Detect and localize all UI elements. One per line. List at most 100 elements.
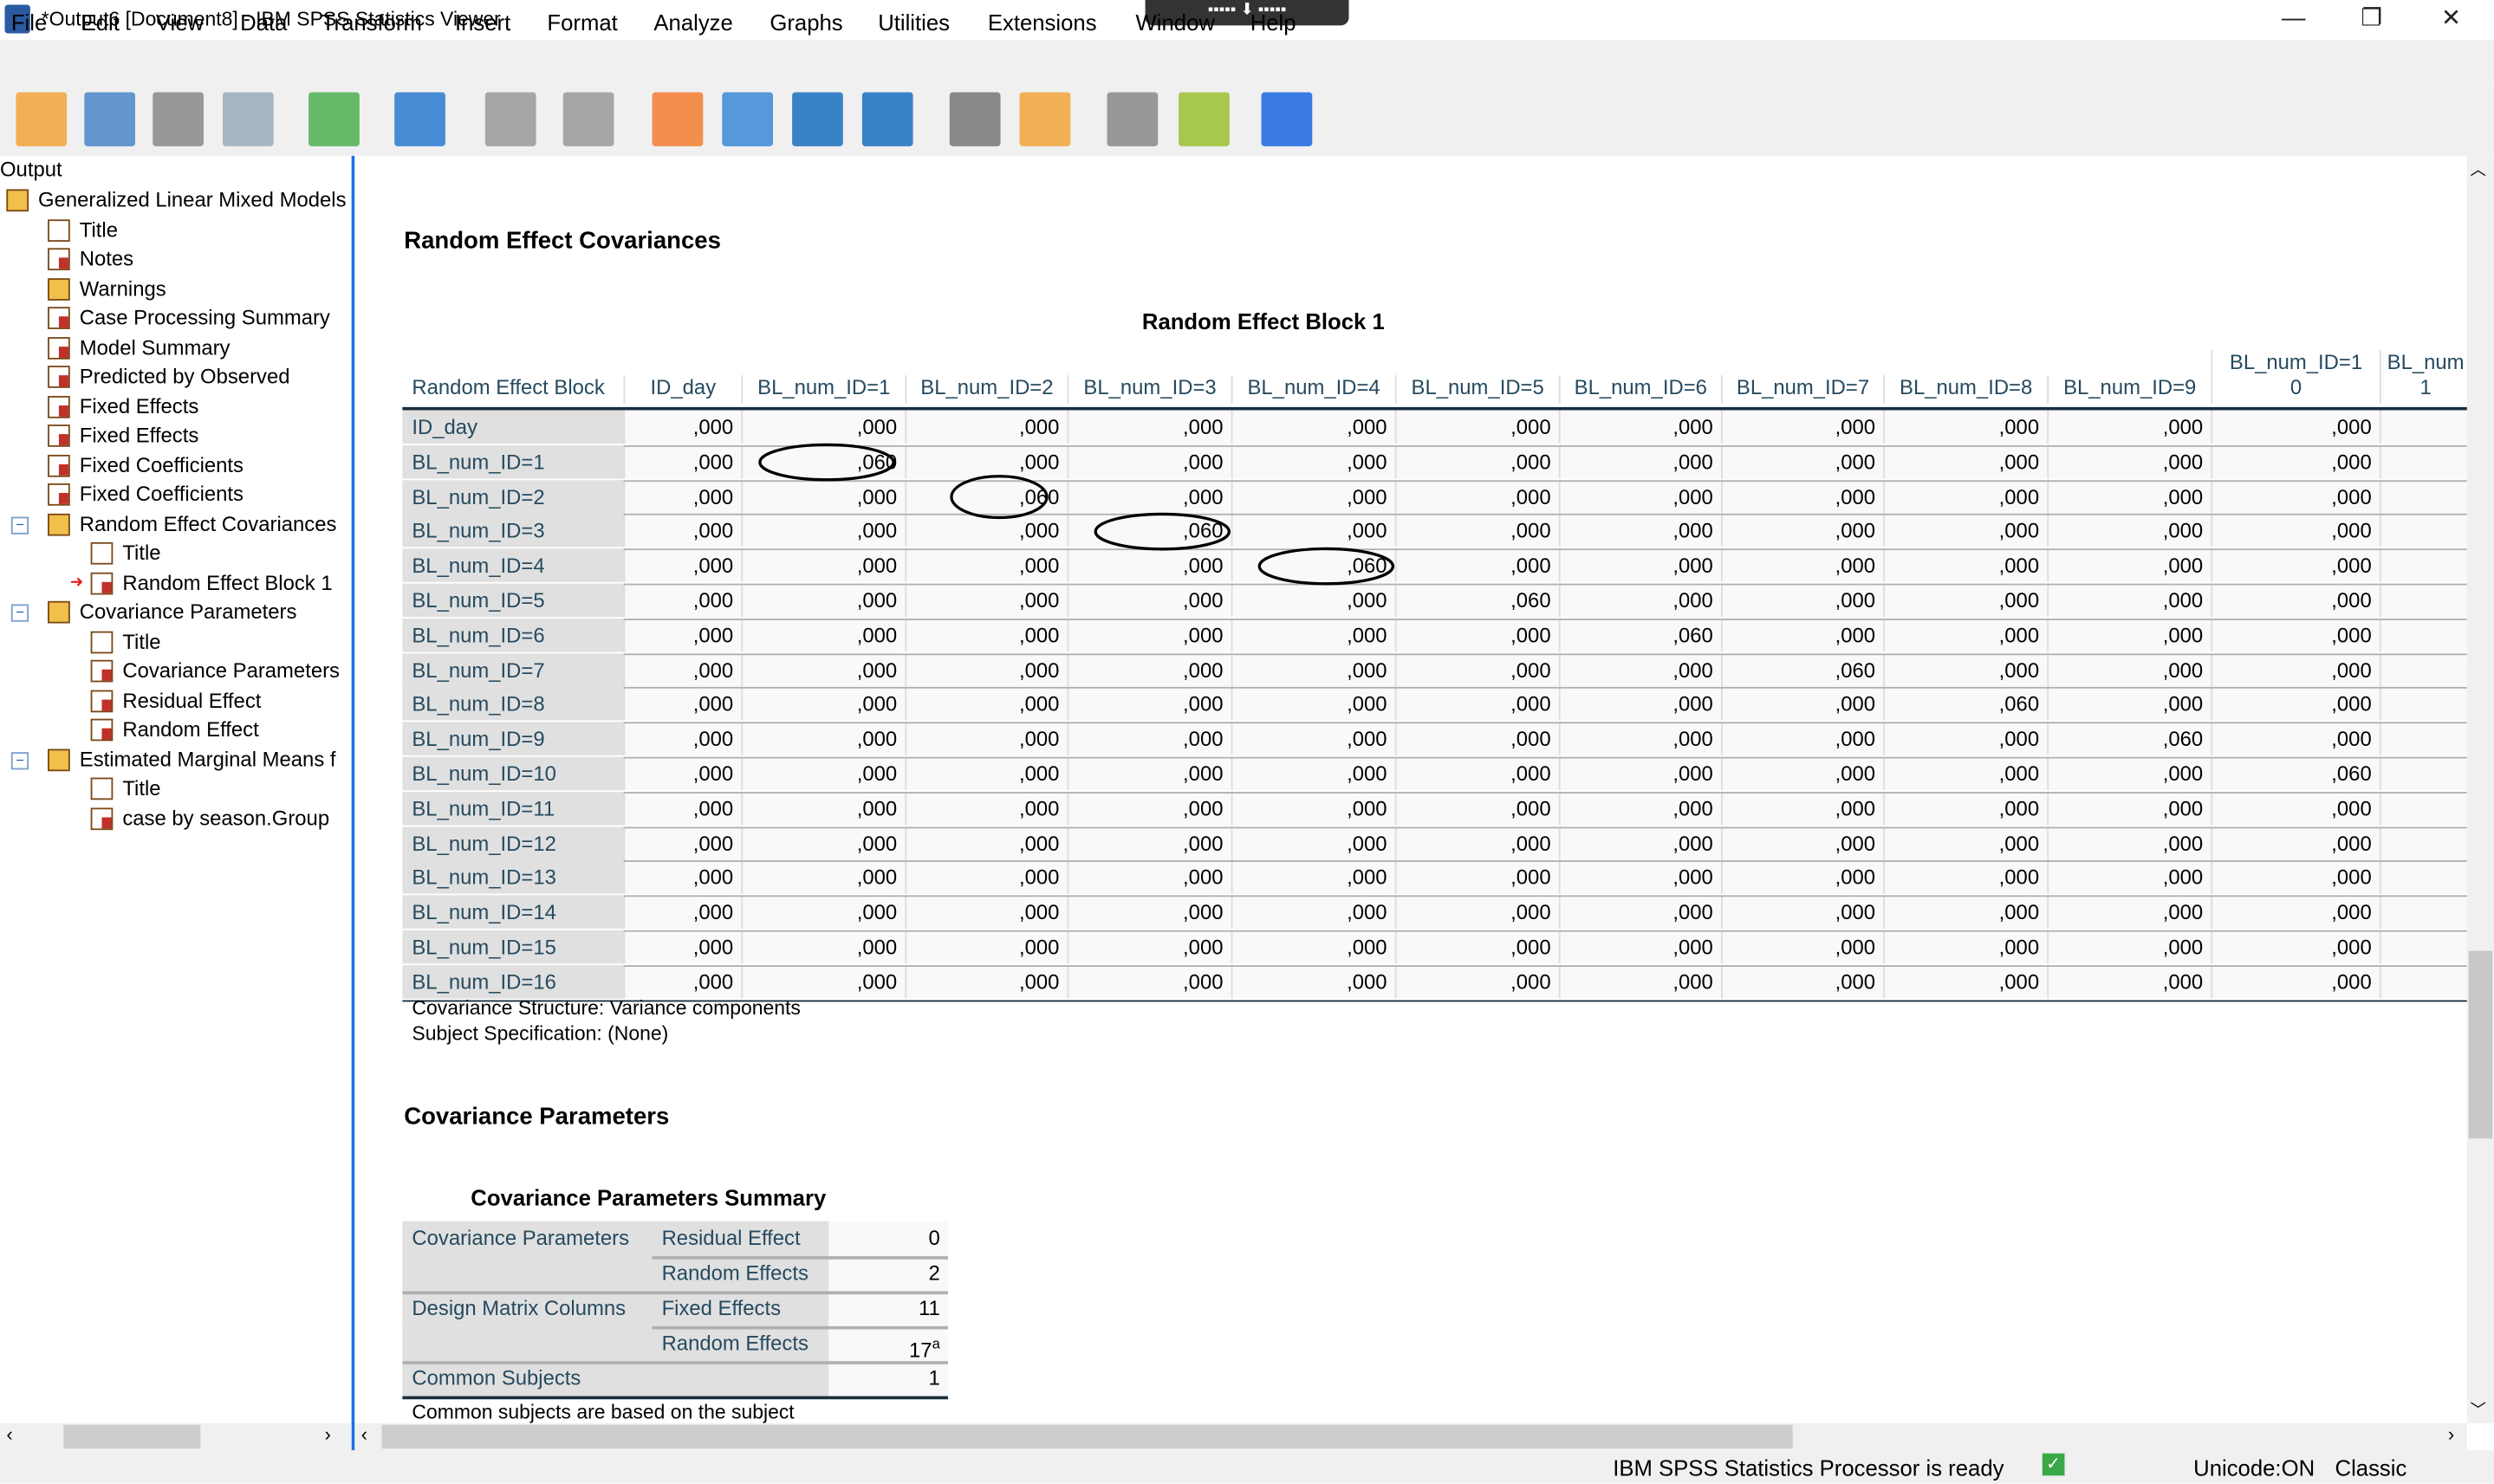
table-cell[interactable]: ,000	[1558, 444, 1722, 479]
table-cell[interactable]: ,000	[905, 652, 1068, 687]
table-cell[interactable]: ,000	[1558, 652, 1722, 687]
menu-extensions[interactable]: Extensions	[988, 10, 1097, 35]
table-cell[interactable]: ,000	[905, 618, 1068, 652]
table-cell[interactable]: ,000	[1558, 548, 1722, 583]
table-cell[interactable]: ,000	[2211, 548, 2380, 583]
table-cell[interactable]	[2379, 895, 2467, 930]
table-cell[interactable]: ,000	[1558, 756, 1722, 791]
table-cell[interactable]: ,000	[1231, 652, 1395, 687]
table-cell[interactable]: ,000	[1558, 687, 1722, 722]
table-cell[interactable]: ,000	[1231, 618, 1395, 652]
table-cell[interactable]: ,000	[2211, 826, 2380, 860]
menu-edit[interactable]: Edit	[81, 10, 120, 35]
row-header[interactable]: BL_num_ID=11	[402, 791, 624, 826]
tree-item[interactable]: Title	[90, 627, 161, 656]
open-folder-icon[interactable]	[16, 92, 68, 146]
table-cell[interactable]: ,000	[905, 548, 1068, 583]
table-cell[interactable]: ,000	[623, 687, 742, 722]
table-cell[interactable]	[2379, 687, 2467, 722]
table-cell[interactable]: ,000	[1067, 618, 1231, 652]
column-header[interactable]: BL_num_ID=3	[1067, 375, 1231, 405]
horizontal-scrollbar[interactable]: ‹ ›	[354, 1422, 2467, 1450]
row-header[interactable]: BL_num_ID=6	[402, 618, 624, 652]
table-cell[interactable]: ,000	[905, 895, 1068, 930]
table-cell[interactable]: ,000	[1394, 479, 1559, 514]
column-header[interactable]: BL_num_ID=9	[2047, 375, 2211, 405]
summary-value[interactable]: 1	[828, 1361, 948, 1397]
table-cell[interactable]: ,000	[1883, 756, 2048, 791]
hide-icon[interactable]	[1107, 92, 1159, 146]
column-header[interactable]: ID_day	[623, 375, 742, 405]
table-cell[interactable]: ,000	[905, 964, 1068, 999]
row-header[interactable]: BL_num_ID=10	[402, 756, 624, 791]
table-cell[interactable]: ,000	[1721, 548, 1884, 583]
table-cell[interactable]: ,000	[2047, 964, 2211, 999]
table-cell[interactable]: ,000	[623, 548, 742, 583]
table-cell[interactable]: ,000	[2047, 860, 2211, 895]
tree-item[interactable]: Generalized Linear Mixed Models	[6, 186, 347, 215]
table-cell[interactable]: ,000	[1558, 583, 1722, 618]
table-cell[interactable]	[2379, 722, 2467, 756]
table-cell[interactable]: ,000	[1067, 444, 1231, 479]
table-cell[interactable]	[2379, 756, 2467, 791]
tree-item[interactable]: Case Processing Summary	[48, 304, 330, 333]
tree-item[interactable]: Residual Effect	[90, 686, 261, 715]
table-cell[interactable]: ,000	[1394, 860, 1559, 895]
menu-view[interactable]: View	[156, 10, 204, 35]
table-cell[interactable]: ,000	[2211, 479, 2380, 514]
table-cell[interactable]: ,000	[2047, 895, 2211, 930]
menu-insert[interactable]: Insert	[455, 10, 510, 35]
tree-item[interactable]: Model Summary	[48, 334, 230, 362]
table-cell[interactable]: ,000	[1883, 930, 2048, 964]
tree-item[interactable]: Title	[90, 774, 161, 803]
tree-root[interactable]: Output	[0, 156, 62, 185]
print-icon[interactable]	[153, 92, 204, 146]
table-cell[interactable]: ,000	[1394, 410, 1559, 444]
export-icon[interactable]	[309, 92, 360, 146]
table-cell[interactable]: ,000	[905, 860, 1068, 895]
table-cell[interactable]: ,000	[623, 826, 742, 860]
table-cell[interactable]: ,060	[905, 479, 1068, 514]
table-cell[interactable]: ,000	[1394, 618, 1559, 652]
menu-help[interactable]: Help	[1250, 10, 1296, 35]
tree-item[interactable]: Covariance Parameters	[48, 598, 296, 626]
table-cell[interactable]: ,000	[1883, 652, 2048, 687]
recall-dialog-icon[interactable]	[394, 92, 445, 146]
table-cell[interactable]: ,000	[741, 618, 906, 652]
tree-item[interactable]: Random Effect	[90, 716, 259, 744]
table-cell[interactable]: ,000	[1394, 895, 1559, 930]
table-cell[interactable]: ,000	[2211, 583, 2380, 618]
table-cell[interactable]: ,000	[741, 548, 906, 583]
tree-item[interactable]: Title	[90, 539, 161, 567]
table-cell[interactable]: ,000	[741, 410, 906, 444]
table-cell[interactable]: ,000	[741, 687, 906, 722]
table-cell[interactable]: ,000	[1558, 722, 1722, 756]
table-cell[interactable]: ,000	[623, 964, 742, 999]
table-cell[interactable]: ,000	[741, 756, 906, 791]
minimize-button[interactable]: —	[2262, 3, 2325, 36]
row-header[interactable]: BL_num_ID=8	[402, 687, 624, 722]
print-preview-icon[interactable]	[222, 92, 274, 146]
table-cell[interactable]: ,000	[2211, 514, 2380, 548]
table-cell[interactable]: ,000	[1558, 791, 1722, 826]
tree-item[interactable]: Estimated Marginal Means f	[48, 745, 336, 774]
table-cell[interactable]: ,000	[905, 583, 1068, 618]
table-cell[interactable]: ,000	[741, 791, 906, 826]
table-cell[interactable]: ,000	[1231, 410, 1395, 444]
table-cell[interactable]: ,000	[1067, 964, 1231, 999]
table-cell[interactable]	[2379, 583, 2467, 618]
table-cell[interactable]: ,000	[741, 930, 906, 964]
close-button[interactable]: ✕	[2419, 3, 2483, 36]
table-cell[interactable]	[2379, 618, 2467, 652]
table-cell[interactable]: ,060	[1558, 618, 1722, 652]
table-cell[interactable]: ,000	[1231, 722, 1395, 756]
table-cell[interactable]: ,060	[1067, 514, 1231, 548]
tree-item[interactable]: Title	[48, 216, 118, 244]
table-cell[interactable]: ,000	[623, 791, 742, 826]
table-cell[interactable]: ,000	[1067, 548, 1231, 583]
table-cell[interactable]: ,000	[1231, 583, 1395, 618]
row-header[interactable]: BL_num_ID=4	[402, 548, 624, 583]
table-cell[interactable]: ,000	[1067, 687, 1231, 722]
table-cell[interactable]: ,000	[1721, 791, 1884, 826]
table-cell[interactable]: ,000	[2047, 618, 2211, 652]
